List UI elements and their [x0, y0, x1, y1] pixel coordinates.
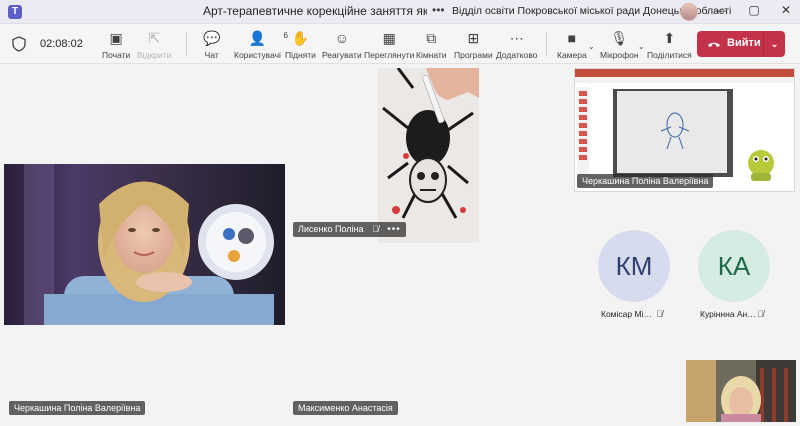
open-button[interactable]: ⇱ Відкрити — [137, 27, 171, 60]
view-button[interactable]: ▦ Переглянути — [364, 27, 414, 60]
more-button[interactable]: ⋯ Додатково — [496, 27, 537, 60]
minimize-icon[interactable]: — — [712, 3, 728, 17]
participant-more-icon[interactable]: ••• — [387, 224, 401, 235]
participant-name-tag: Лисенко Поліна 🎙̸ ••• — [293, 222, 406, 237]
shield-icon — [12, 36, 26, 52]
self-view-video[interactable] — [686, 360, 796, 422]
participant-video-main[interactable] — [4, 164, 285, 325]
toolbar-divider — [186, 32, 187, 56]
record-icon: ▣ — [109, 30, 123, 46]
participant-avatar[interactable]: КМ — [598, 230, 670, 302]
people-button[interactable]: 👤 6 Користувачі — [234, 27, 288, 60]
start-recording-button[interactable]: ▣ Почати — [102, 27, 130, 60]
react-button[interactable]: ☺ Реагувати — [322, 27, 362, 60]
camera-button[interactable]: ■ Камера — [557, 27, 587, 60]
more-label: Додатково — [496, 50, 538, 60]
teams-logo-icon: T — [8, 5, 22, 19]
mic-off-icon: 🎙̸ — [371, 224, 379, 234]
chat-label: Чат — [204, 50, 219, 60]
mic-button[interactable]: 🎙 Мікрофон — [600, 27, 639, 60]
open-external-icon: ⇱ — [148, 30, 161, 46]
apps-label: Програми — [454, 50, 493, 60]
leave-button[interactable]: Вийти ⌄ — [697, 31, 785, 57]
view-label: Переглянути — [364, 50, 415, 60]
camera-options-chevron-icon[interactable]: ⌄ — [588, 42, 595, 51]
user-avatar[interactable] — [680, 3, 698, 21]
microphone-icon: 🎙 — [610, 30, 629, 46]
maximize-icon[interactable]: ▢ — [746, 3, 762, 17]
participant-name: Куріннна Ан… — [700, 309, 756, 319]
start-label: Почати — [102, 50, 131, 60]
share-button[interactable]: ⬆ Поділитися — [647, 27, 692, 60]
people-label: Користувачі — [234, 50, 281, 60]
hand-icon: ✋ — [291, 30, 310, 46]
hang-up-icon — [708, 42, 720, 47]
window-title: Арт-терапевтичне корекційне заняття як з… — [203, 4, 427, 18]
participant-avatar[interactable]: КА — [698, 230, 770, 302]
ellipsis-icon: ⋯ — [509, 30, 524, 46]
self-view-image — [686, 360, 796, 422]
mic-off-icon: 🎙̸ — [757, 309, 764, 319]
meeting-timer: 02:08:02 — [40, 38, 83, 50]
rooms-button[interactable]: ⧉ Кімнати — [416, 27, 447, 60]
apps-button[interactable]: ⊞ Програми — [454, 27, 493, 60]
camera-icon: ■ — [567, 30, 577, 46]
drawing-video-image — [378, 68, 479, 243]
participant-video-image — [4, 164, 285, 325]
participant-name: Черкашина Поліна Валеріївна — [14, 403, 141, 413]
leave-label: Вийти — [727, 37, 761, 49]
mic-label: Мікрофон — [600, 50, 639, 60]
leave-options-chevron-icon[interactable]: ⌄ — [763, 31, 785, 57]
grid-view-icon: ▦ — [382, 30, 396, 46]
add-icon: ⊞ — [467, 30, 480, 46]
meeting-toolbar: 02:08:02 ▣ Почати ⇱ Відкрити 💬 Чат 👤 6 К… — [0, 24, 800, 64]
react-label: Реагувати — [322, 50, 362, 60]
raise-hand-button[interactable]: ✋ Підняти — [285, 27, 316, 60]
open-label: Відкрити — [137, 50, 172, 60]
participant-name-tag: Черкашина Поліна Валеріївна — [577, 174, 714, 188]
participant-name: Лисенко Поліна — [298, 224, 364, 234]
rooms-label: Кімнати — [416, 50, 447, 60]
participant-name-tag: Черкашина Поліна Валеріївна — [9, 401, 146, 415]
people-icon: 👤 — [248, 30, 267, 46]
mic-off-icon: 🎙̸ — [656, 309, 663, 319]
toolbar-divider — [546, 32, 547, 56]
participant-name: Комісар Мі… — [601, 309, 652, 319]
mic-options-chevron-icon[interactable]: ⌄ — [638, 42, 645, 51]
window-title-bar: T Арт-терапевтичне корекційне заняття як… — [0, 0, 800, 24]
participant-name-tag: Максименко Анастасія — [293, 401, 398, 415]
participant-name: Черкашина Поліна Валеріївна — [582, 176, 709, 186]
share-icon: ⬆ — [663, 30, 676, 46]
raise-label: Підняти — [285, 50, 316, 60]
share-label: Поділитися — [647, 50, 692, 60]
chat-button[interactable]: 💬 Чат — [203, 27, 220, 60]
rooms-icon: ⧉ — [426, 30, 437, 46]
chat-icon: 💬 — [203, 30, 221, 46]
camera-label: Камера — [557, 50, 587, 60]
participant-video-drawing[interactable] — [378, 68, 479, 243]
participant-name: Максименко Анастасія — [298, 403, 393, 413]
smile-icon: ☺ — [334, 30, 349, 46]
more-options-icon[interactable]: ••• — [432, 3, 445, 17]
close-icon[interactable]: ✕ — [778, 3, 794, 17]
